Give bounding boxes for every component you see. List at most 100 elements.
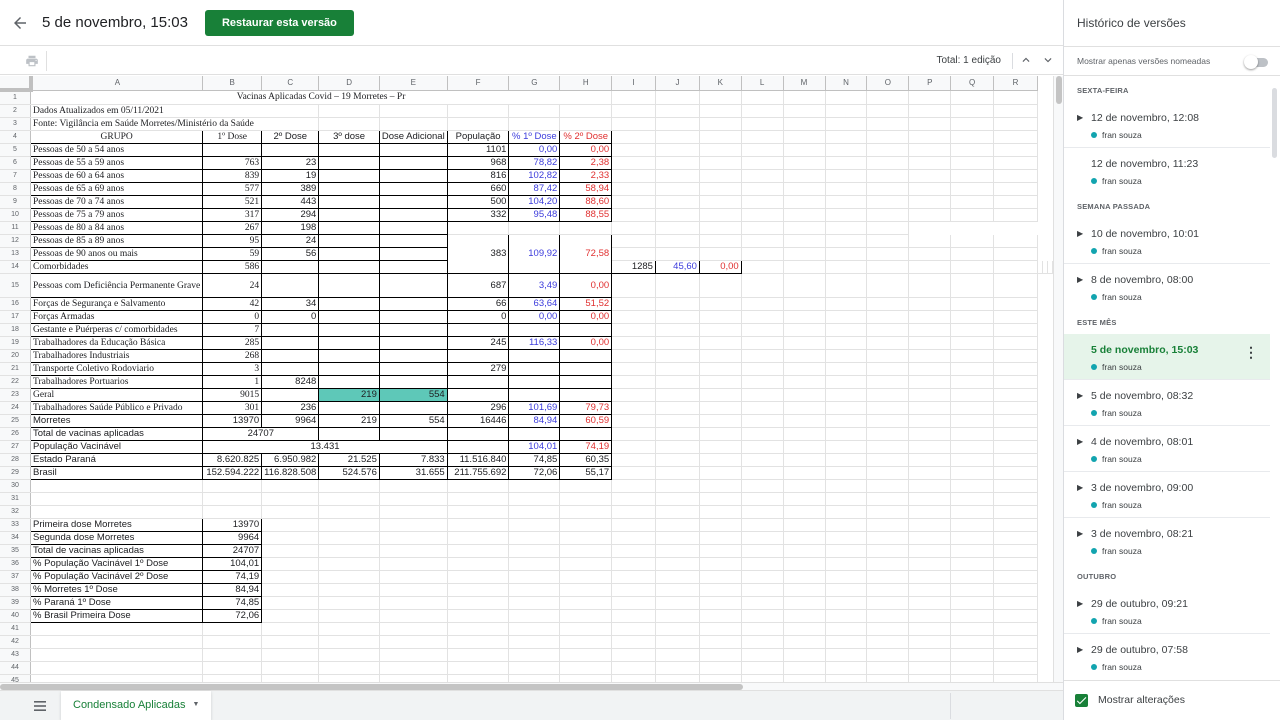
- empty-cell[interactable]: [559, 596, 613, 610]
- empty-cell[interactable]: [611, 596, 656, 610]
- summary-label[interactable]: Total de vacinas aplicadas: [29, 544, 204, 558]
- value-cell[interactable]: 87,42: [508, 182, 561, 196]
- empty-cell[interactable]: [202, 635, 263, 649]
- empty-cell[interactable]: [993, 661, 1038, 675]
- value-cell[interactable]: 60,59: [559, 414, 613, 428]
- column-header[interactable]: E: [379, 76, 448, 91]
- summary-label[interactable]: % Paraná 1º Dose: [29, 596, 204, 610]
- row-header[interactable]: 21: [0, 362, 31, 376]
- row-header[interactable]: 31: [0, 492, 31, 506]
- empty-cell[interactable]: [611, 169, 656, 183]
- row-header[interactable]: 1: [0, 90, 31, 105]
- value-cell[interactable]: [261, 143, 320, 157]
- horizontal-scrollbar[interactable]: [0, 682, 1063, 690]
- summary-label[interactable]: Primeira dose Morretes: [29, 518, 204, 532]
- empty-cell[interactable]: [699, 570, 742, 584]
- empty-cell[interactable]: [825, 117, 868, 131]
- version-item[interactable]: ▶ 12 de novembro, 12:08 fran souza: [1064, 102, 1270, 148]
- empty-cell[interactable]: [825, 622, 868, 636]
- empty-cell[interactable]: [950, 453, 995, 467]
- empty-cell[interactable]: [908, 234, 952, 248]
- value-cell[interactable]: [378, 273, 448, 298]
- group-name-cell[interactable]: Gestante e Puérperas c/ comorbidades: [29, 323, 204, 337]
- empty-cell[interactable]: [783, 453, 826, 467]
- empty-cell[interactable]: [866, 648, 910, 662]
- pop-g[interactable]: 104,01: [508, 440, 561, 454]
- empty-cell[interactable]: [908, 130, 952, 144]
- value-cell[interactable]: [318, 273, 380, 298]
- empty-cell[interactable]: [447, 505, 510, 519]
- column-header[interactable]: G: [508, 76, 561, 91]
- empty-cell[interactable]: [30, 674, 204, 682]
- value-cell[interactable]: 11.516.840: [446, 453, 510, 467]
- empty-cell[interactable]: [908, 453, 952, 467]
- empty-cell[interactable]: [866, 117, 910, 131]
- empty-cell[interactable]: [825, 234, 868, 248]
- empty-cell[interactable]: [655, 622, 700, 636]
- value-cell[interactable]: 104,20: [508, 195, 561, 209]
- group-name-cell[interactable]: Geral: [29, 388, 204, 402]
- empty-cell[interactable]: [559, 505, 613, 519]
- empty-cell[interactable]: [379, 648, 448, 662]
- empty-cell[interactable]: [741, 661, 784, 675]
- empty-cell[interactable]: [261, 635, 320, 649]
- value-cell[interactable]: 101,69: [508, 401, 561, 415]
- empty-cell[interactable]: [655, 208, 700, 222]
- empty-cell[interactable]: [993, 492, 1038, 506]
- empty-cell[interactable]: [699, 661, 742, 675]
- value-cell[interactable]: 59: [202, 247, 263, 261]
- value-cell[interactable]: 7.833: [378, 453, 448, 467]
- empty-cell[interactable]: [699, 635, 742, 649]
- empty-cell[interactable]: [950, 195, 995, 209]
- empty-cell[interactable]: [379, 622, 448, 636]
- expand-caret-icon[interactable]: ▶: [1077, 113, 1083, 122]
- value-cell[interactable]: [318, 247, 380, 261]
- empty-cell[interactable]: [655, 362, 700, 376]
- empty-cell[interactable]: [655, 156, 700, 170]
- value-cell[interactable]: 0,00: [559, 273, 613, 298]
- row-header[interactable]: 43: [0, 648, 31, 662]
- empty-cell[interactable]: [379, 492, 448, 506]
- value-cell[interactable]: 245: [446, 336, 510, 350]
- empty-cell[interactable]: [866, 273, 910, 298]
- empty-cell[interactable]: [866, 297, 910, 311]
- empty-cell[interactable]: [741, 234, 784, 248]
- expand-caret-icon[interactable]: ▶: [1077, 437, 1083, 446]
- empty-cell[interactable]: [611, 234, 656, 248]
- empty-cell[interactable]: [379, 674, 448, 682]
- summary-value[interactable]: 9964: [202, 531, 263, 545]
- empty-cell[interactable]: [866, 182, 910, 196]
- empty-cell[interactable]: [993, 453, 1038, 467]
- empty-cell[interactable]: [202, 479, 263, 493]
- value-cell[interactable]: 443: [261, 195, 320, 209]
- empty-cell[interactable]: [866, 596, 910, 610]
- empty-cell[interactable]: [866, 169, 910, 183]
- empty-cell[interactable]: [611, 414, 656, 428]
- empty-cell[interactable]: [741, 208, 784, 222]
- empty-cell[interactable]: [508, 557, 561, 571]
- empty-cell[interactable]: [825, 169, 868, 183]
- value-cell[interactable]: [261, 388, 320, 402]
- row-header[interactable]: 26: [0, 427, 31, 441]
- empty-cell[interactable]: [699, 336, 742, 350]
- value-cell[interactable]: [508, 349, 561, 363]
- empty-cell[interactable]: [741, 505, 784, 519]
- value-cell[interactable]: 24: [202, 273, 263, 298]
- summary-value[interactable]: 74,85: [202, 596, 263, 610]
- empty-cell[interactable]: [508, 531, 561, 545]
- value-cell[interactable]: 1285: [611, 260, 656, 274]
- empty-cell[interactable]: [993, 260, 1038, 274]
- empty-cell[interactable]: [559, 104, 613, 118]
- value-cell[interactable]: [378, 336, 448, 350]
- empty-cell[interactable]: [825, 570, 868, 584]
- empty-cell[interactable]: [741, 531, 784, 545]
- value-cell[interactable]: 23: [261, 156, 320, 170]
- empty-cell[interactable]: [866, 440, 910, 454]
- empty-cell[interactable]: [261, 674, 320, 682]
- empty-cell[interactable]: [741, 427, 784, 441]
- column-header[interactable]: I: [611, 76, 656, 91]
- empty-cell[interactable]: [379, 583, 448, 597]
- row-header[interactable]: 41: [0, 622, 31, 636]
- value-cell[interactable]: 7: [202, 323, 263, 337]
- vertical-scrollbar[interactable]: [1053, 76, 1063, 682]
